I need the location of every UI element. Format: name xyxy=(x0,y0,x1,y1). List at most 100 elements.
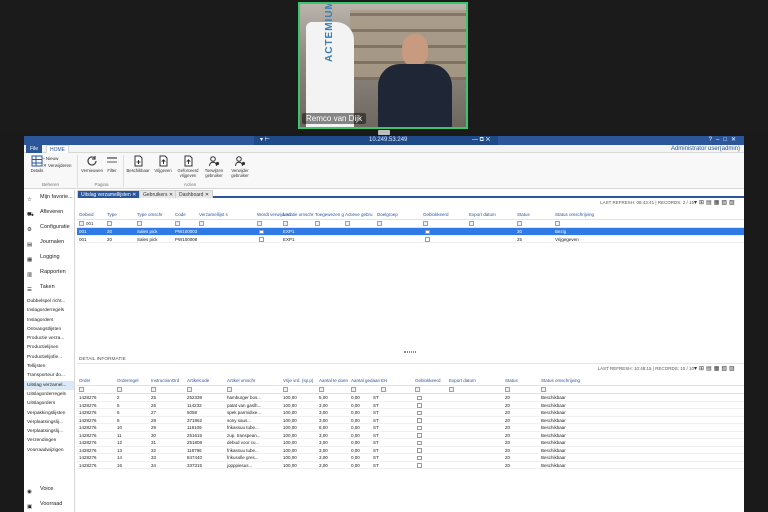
column-header[interactable]: Status xyxy=(505,378,518,383)
filter-toggle[interactable] xyxy=(117,387,122,392)
table-row[interactable]: 001 20 Sales pick PW100008 EXP1 25 Vrijgegeven xyxy=(77,236,744,243)
sidebar-sub-item[interactable]: Inslagorderregels xyxy=(24,306,74,315)
table-row[interactable]: 1428276 13 32 118796 frikassuu tube... 100,00… xyxy=(77,447,744,454)
filter-toggle[interactable] xyxy=(517,221,522,226)
filter-toggle[interactable] xyxy=(377,221,382,226)
force-release-button[interactable]: Geforceerd vrijgeven xyxy=(176,155,200,178)
column-header[interactable]: Orderregel xyxy=(117,378,139,383)
column-header[interactable]: InstructionOrd xyxy=(151,378,179,383)
table-row[interactable]: 1428276 6 27 5058 spek parmidixe... 100,00 3,0… xyxy=(77,409,744,417)
window-controls[interactable]: ?–□✕ xyxy=(709,136,740,145)
column-header[interactable]: Code xyxy=(175,212,186,217)
panel-resize-handle[interactable] xyxy=(378,130,390,135)
filter-toggle[interactable] xyxy=(227,387,232,392)
checkbox-geblokkeerd[interactable] xyxy=(425,229,430,234)
column-header[interactable]: Status omschrijving xyxy=(555,212,594,217)
sidebar-sub-item[interactable]: Tellijsten xyxy=(24,362,74,371)
sidebar-item-taken[interactable]: ☰ Taken xyxy=(24,280,74,295)
filter-toggle[interactable] xyxy=(315,221,320,226)
filter-toggle[interactable] xyxy=(423,221,428,226)
sidebar-item-journalen[interactable]: ▤ Journalen xyxy=(24,235,74,250)
filter-toggle[interactable] xyxy=(187,387,192,392)
sidebar-item-rapporten[interactable]: ▥ Rapporten xyxy=(24,265,74,280)
sidebar-sub-item[interactable]: Productielijnen xyxy=(24,343,74,352)
table-row[interactable]: 001 20 Sales pick PW100003 EXP1 30 Bezig xyxy=(77,228,744,236)
table-row[interactable]: 1428276 5 26 114233 patat van gaslh... 100,00… xyxy=(77,402,744,409)
column-header[interactable]: Export datum xyxy=(469,212,496,217)
checkbox-geblokkeerd[interactable] xyxy=(417,448,422,453)
filter-toggle[interactable] xyxy=(79,221,84,226)
checkbox-geblokkeerd[interactable] xyxy=(417,410,422,415)
column-header[interactable]: Doelgroep xyxy=(377,212,398,217)
checkbox-geblokkeerd[interactable] xyxy=(417,425,422,430)
session-controls-icon[interactable]: — ⧉ ✕ xyxy=(472,136,490,145)
sidebar-sub-item[interactable]: Dubbelspel richt... xyxy=(24,297,74,306)
menu-home[interactable]: HOME xyxy=(46,145,69,153)
menu-file[interactable]: File xyxy=(26,145,43,153)
sidebar-sub-item[interactable]: Uitslag verzamel... xyxy=(24,380,74,390)
checkbox-wordt-verwijderd[interactable] xyxy=(259,229,264,234)
checkbox-geblokkeerd[interactable] xyxy=(425,237,430,242)
grid-splitter[interactable] xyxy=(77,350,744,354)
filter-toggle[interactable] xyxy=(345,221,350,226)
filter-toggle[interactable] xyxy=(283,221,288,226)
checkbox-geblokkeerd[interactable] xyxy=(417,455,422,460)
column-header[interactable]: Status xyxy=(517,212,530,217)
filter-toggle[interactable] xyxy=(351,387,356,392)
column-header[interactable]: Verzamellijst s xyxy=(199,212,228,217)
filter-toggle[interactable] xyxy=(449,387,454,392)
pin-icon[interactable]: ▾ ⊢ xyxy=(260,136,270,145)
sidebar-item-afleveren[interactable]: ⛟ Afleveren xyxy=(24,205,74,220)
sidebar-sub-item[interactable]: Verplaatsingslij... xyxy=(24,418,74,427)
column-header[interactable]: Type xyxy=(107,212,117,217)
checkbox-geblokkeerd[interactable] xyxy=(417,433,422,438)
filter-toggle[interactable] xyxy=(555,221,560,226)
tab-dashboard[interactable]: Dashboard ✕ xyxy=(175,190,214,198)
participant-video-tile[interactable]: ACTEMIUM Remco van Dijk xyxy=(298,2,468,129)
column-header[interactable]: Status omschrijving xyxy=(541,378,580,383)
filter-toggle[interactable] xyxy=(199,221,204,226)
release-button[interactable]: Vrijgeven xyxy=(151,155,175,173)
column-header[interactable]: Geblokkeerd xyxy=(423,212,449,217)
filter-toggle[interactable] xyxy=(381,387,386,392)
column-header[interactable]: Type omschr xyxy=(137,212,163,217)
checkbox-wordt-verwijderd[interactable] xyxy=(259,237,264,242)
filter-toggle[interactable] xyxy=(137,221,142,226)
column-header[interactable]: Artikel omschr xyxy=(227,378,256,383)
sidebar-sub-item[interactable]: Transporteur do... xyxy=(24,371,74,380)
table-row[interactable]: 1428276 10 29 118109 frikassuu tube... 100,00… xyxy=(77,424,744,432)
grid-toolbar-icons[interactable]: ▾⊞▤▦▧▨ xyxy=(694,365,744,373)
filter-value[interactable]: 001 xyxy=(86,220,94,228)
table-row[interactable]: 1428276 8 28 371862 sony saus... 100,00 3,00 0,… xyxy=(77,417,744,424)
table-row[interactable]: 1428276 16 34 337315 jopppiesus... 100,00 3,00… xyxy=(77,462,744,469)
grid-toolbar-icons[interactable]: ▾⊞▤▦▧▨ xyxy=(694,199,744,207)
sidebar-sub-item[interactable]: Uitslagorderregels xyxy=(24,390,74,399)
filter-toggle[interactable] xyxy=(175,221,180,226)
tab-uitslag-verzamellijsten[interactable]: Uitslag verzamellijsten ✕ xyxy=(77,190,141,198)
filter-toggle[interactable] xyxy=(505,387,510,392)
tab-gebruikers[interactable]: Gebruikers ✕ xyxy=(139,190,178,198)
column-header[interactable]: Toegewezen g xyxy=(315,212,344,217)
column-header[interactable]: Vrije vrd. (sp.p) xyxy=(283,378,313,383)
available-button[interactable]: Beschikbaar xyxy=(126,155,150,173)
sidebar-sub-item[interactable]: Verplaatsingslij... xyxy=(24,427,74,436)
sidebar-item-configuratie[interactable]: ⚙ Configuratie xyxy=(24,220,74,235)
filter-toggle[interactable] xyxy=(79,387,84,392)
sidebar-sub-item[interactable]: Verpakkingslijsten xyxy=(24,409,74,418)
assign-user-button[interactable]: Toewijzen gebruiker xyxy=(202,155,226,178)
column-header[interactable]: Gebied xyxy=(79,212,94,217)
remove-user-button[interactable]: Verwijder gebruiker xyxy=(228,155,252,178)
column-header[interactable]: Artikelcode xyxy=(187,378,209,383)
sidebar-sub-item[interactable]: Verzendingen xyxy=(24,436,74,445)
filter-toggle[interactable] xyxy=(319,387,324,392)
column-header[interactable]: Aantal te doen xyxy=(319,378,348,383)
sidebar-sub-item[interactable]: Voorraadwijzigen xyxy=(24,446,74,455)
sidebar-item-voice[interactable]: ◉ Voice xyxy=(24,482,75,497)
filter-toggle[interactable] xyxy=(283,387,288,392)
checkbox-geblokkeerd[interactable] xyxy=(417,440,422,445)
current-user[interactable]: Administrator user(admin) xyxy=(671,145,740,153)
column-header[interactable]: Export datum xyxy=(449,378,476,383)
checkbox-geblokkeerd[interactable] xyxy=(417,418,422,423)
filter-button[interactable]: Filter xyxy=(100,155,124,173)
column-header[interactable]: Locatie omschr xyxy=(283,212,314,217)
